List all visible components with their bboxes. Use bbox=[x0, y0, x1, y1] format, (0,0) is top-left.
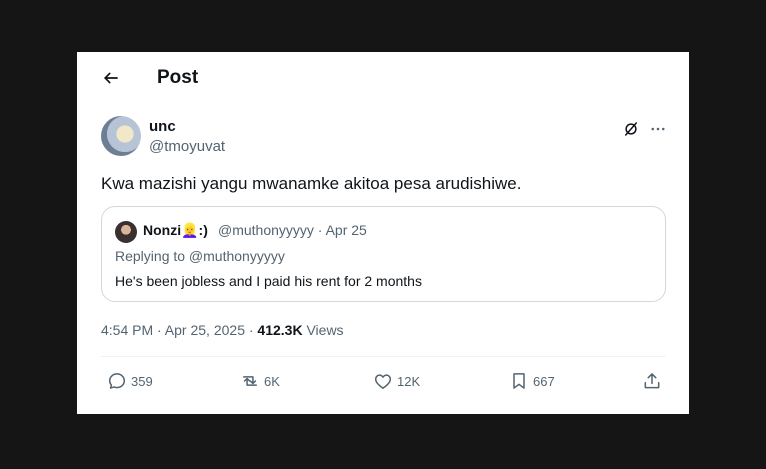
user-handle[interactable]: @tmoyuvat bbox=[149, 138, 225, 155]
tweet-text: Kwa mazishi yangu mwanamke akitoa pesa a… bbox=[101, 174, 522, 193]
repost-button[interactable]: 6K bbox=[240, 370, 280, 392]
tweet-timestamp[interactable]: 4:54 PM · Apr 25, 2025 · bbox=[101, 322, 257, 338]
share-icon bbox=[644, 373, 660, 389]
share-button[interactable] bbox=[642, 370, 666, 392]
quote-avatar bbox=[115, 221, 137, 243]
quote-text: He's been jobless and I paid his rent fo… bbox=[115, 273, 422, 289]
grok-button[interactable] bbox=[618, 116, 644, 142]
tweet-metadata: 4:54 PM · Apr 25, 2025 · 412.3K Views bbox=[101, 322, 344, 338]
quote-display-name: Nonzi👱‍♀️:) bbox=[143, 222, 208, 238]
bookmark-icon bbox=[513, 373, 525, 389]
repost-icon bbox=[243, 376, 257, 386]
back-arrow-icon bbox=[103, 72, 118, 84]
quoted-tweet[interactable]: Nonzi👱‍♀️:) @muthonyyyyy · Apr 25 Replyi… bbox=[101, 206, 666, 302]
bookmark-button[interactable]: 667 bbox=[509, 370, 555, 392]
quote-handle-date: @muthonyyyyy · Apr 25 bbox=[218, 222, 367, 238]
reply-count: 359 bbox=[131, 373, 153, 389]
post-card: Post unc @tmoyuvat Kwa mazishi yangu mwa… bbox=[77, 52, 689, 414]
post-header: Post bbox=[77, 52, 689, 104]
view-count: 412.3K bbox=[257, 322, 303, 338]
like-count: 12K bbox=[397, 373, 421, 389]
quote-replying-to: Replying to @muthonyyyyy bbox=[115, 248, 285, 264]
action-bar: 359 6K 12K 667 bbox=[101, 357, 666, 405]
avatar[interactable] bbox=[101, 116, 141, 156]
more-options-button[interactable] bbox=[645, 116, 671, 142]
grok-icon bbox=[625, 122, 637, 136]
repost-count: 6K bbox=[264, 373, 280, 389]
views-label: Views bbox=[302, 322, 344, 338]
back-button[interactable] bbox=[97, 64, 125, 92]
more-icon bbox=[651, 127, 665, 131]
reply-icon bbox=[108, 373, 126, 389]
page-title: Post bbox=[157, 67, 199, 88]
display-name[interactable]: unc bbox=[149, 118, 176, 135]
reply-button[interactable]: 359 bbox=[107, 370, 153, 392]
like-button[interactable]: 12K bbox=[373, 370, 420, 392]
bookmark-count: 667 bbox=[533, 373, 555, 389]
like-icon bbox=[374, 374, 392, 389]
